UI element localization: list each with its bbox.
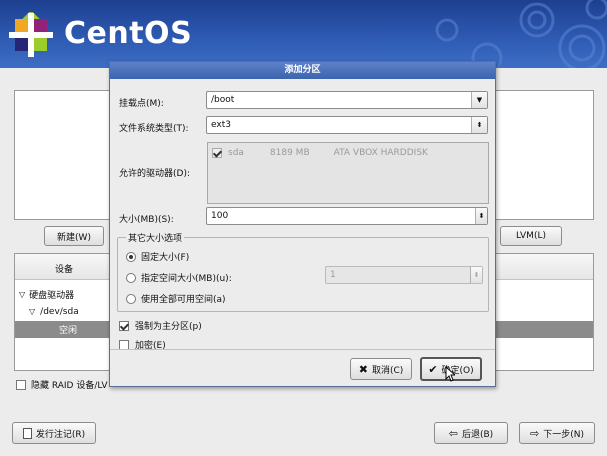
updown-arrow-icon[interactable]: ⬍ (471, 117, 487, 133)
drive-row[interactable]: sda 8189 MB ATA VBOX HARDDISK (212, 148, 428, 158)
option-fixed-size[interactable]: 固定大小(F) (126, 250, 189, 263)
ok-check-icon: ✔ (428, 362, 438, 376)
size-spinbox[interactable]: 100 ⬍ (206, 207, 488, 225)
option-fill-to-size[interactable]: 指定空间大小(MB)(u): (126, 271, 232, 284)
fill-to-spinbox[interactable]: 1 ⬍ (325, 266, 483, 284)
force-primary-checkbox[interactable]: 强制为主分区(p) (119, 319, 202, 332)
hide-raid-check[interactable] (16, 379, 26, 390)
spin-arrows-icon[interactable]: ⬍ (475, 208, 487, 224)
next-button[interactable]: ⇨ 下一步(N) (519, 422, 595, 444)
radio-fill-max[interactable] (126, 293, 136, 304)
dropdown-arrow-icon[interactable]: ▼ (471, 92, 487, 108)
cancel-x-icon: ✖ (358, 362, 368, 376)
radio-fill-to[interactable] (126, 272, 136, 283)
mount-point-label: 挂载点(M): (119, 99, 164, 109)
group-title: 其它大小选项 (126, 231, 185, 244)
force-primary-check[interactable] (119, 320, 129, 331)
centos-logo-icon (9, 12, 53, 57)
mount-point-combo[interactable]: /boot ▼ (206, 91, 488, 109)
drive-checkbox[interactable] (212, 148, 222, 158)
hide-raid-checkbox[interactable]: 隐藏 RAID 设备/LV (16, 378, 108, 391)
cancel-button[interactable]: ✖ 取消(C) (350, 358, 412, 380)
new-button[interactable]: 新建(W) (44, 226, 104, 246)
drives-list[interactable]: sda 8189 MB ATA VBOX HARDDISK (207, 142, 489, 204)
radio-fixed[interactable] (126, 251, 136, 262)
size-label: 大小(MB)(S): (119, 215, 174, 225)
expander-down-icon[interactable]: ▽ (19, 290, 25, 299)
document-icon (22, 427, 32, 439)
arrow-left-icon: ⇦ (448, 426, 458, 440)
fs-type-select[interactable]: ext3 ⬍ (206, 116, 488, 134)
decorative-swirl (435, 0, 607, 68)
dialog-separator (110, 349, 495, 350)
spin-arrows-icon[interactable]: ⬍ (470, 267, 482, 283)
lvm-button[interactable]: LVM(L) (500, 226, 562, 246)
release-notes-button[interactable]: 发行注记(R) (12, 422, 96, 444)
fs-type-label: 文件系统类型(T): (119, 124, 189, 134)
encrypt-check[interactable] (119, 339, 129, 350)
brand-name: CentOS (64, 16, 193, 51)
back-button[interactable]: ⇦ 后退(B) (434, 422, 508, 444)
dialog-title: 添加分区 (110, 62, 495, 79)
arrow-right-icon: ⇨ (530, 426, 540, 440)
other-size-options-group: 其它大小选项 固定大小(F) 指定空间大小(MB)(u): 1 ⬍ 使用全部可用… (117, 231, 489, 312)
option-fill-max[interactable]: 使用全部可用空间(a) (126, 292, 226, 305)
add-partition-dialog: 添加分区 挂载点(M): /boot ▼ 文件系统类型(T): ext3 ⬍ 允… (109, 61, 496, 387)
expander-down-icon[interactable]: ▽ (29, 307, 35, 316)
tree-header-device: 设备 (55, 265, 74, 275)
drives-label: 允许的驱动器(D): (119, 169, 190, 179)
mouse-cursor-icon (445, 366, 455, 382)
header-banner: CentOS (0, 0, 607, 68)
